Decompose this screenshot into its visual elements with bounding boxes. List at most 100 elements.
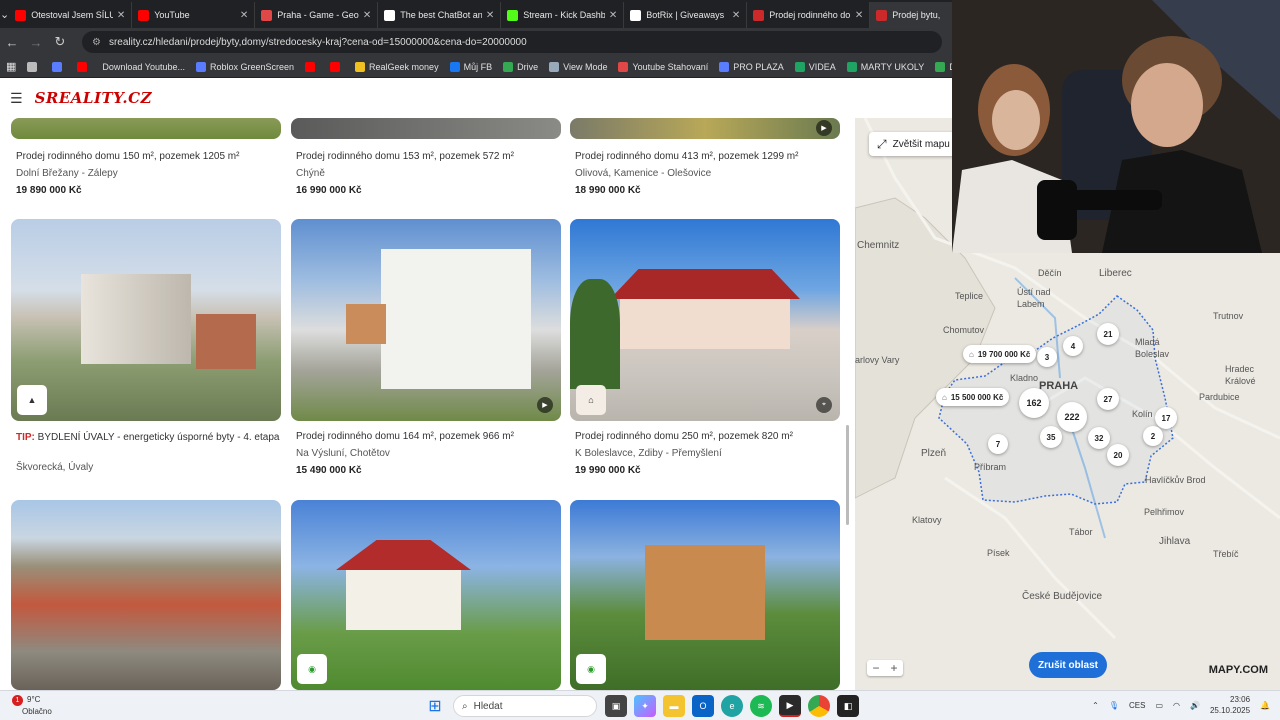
map-cluster[interactable]: 3 [1037, 347, 1057, 367]
map-cluster[interactable]: 21 [1097, 323, 1119, 345]
enlarge-map-button[interactable]: ⤢ Zvětšit mapu [869, 132, 958, 156]
terminal-icon[interactable]: ▶ [779, 695, 801, 717]
bookmark-item[interactable]: VIDEA [794, 61, 836, 72]
listing-card[interactable] [11, 500, 281, 690]
listing-photo[interactable] [11, 118, 281, 139]
tour-360-icon[interactable]: ⌖ [816, 397, 832, 413]
hamburger-menu-icon[interactable]: ☰ [10, 90, 23, 107]
zoom-in-icon[interactable]: + [885, 660, 903, 676]
edge-icon[interactable]: e [721, 695, 743, 717]
browser-tab[interactable]: Prodej rodinného do ✕ [747, 2, 871, 28]
bookmark-item[interactable]: Youtube Stahovaní [618, 61, 708, 72]
listing-title[interactable]: Prodej rodinného domu 164 m², pozemek 96… [296, 431, 561, 442]
bookmark-item[interactable]: MARTY UKOLY [846, 61, 924, 72]
wifi-icon[interactable]: ◠ [1173, 701, 1180, 710]
map-cluster[interactable]: 35 [1040, 426, 1062, 448]
url-field[interactable]: ⚙ sreality.cz/hledani/prodej/byty,domy/s… [82, 31, 942, 53]
listing-photo[interactable]: ▲ [11, 219, 281, 421]
map-cluster[interactable]: 2 [1143, 426, 1163, 446]
close-tab-icon[interactable]: ✕ [855, 10, 863, 21]
outlook-icon[interactable]: O [692, 695, 714, 717]
browser-tab[interactable]: YouTube ✕ [132, 2, 256, 28]
listing-title[interactable]: Prodej rodinného domu 150 m², pozemek 12… [16, 151, 281, 162]
epic-games-icon[interactable]: ◧ [837, 695, 859, 717]
map-cluster[interactable]: 162 [1019, 388, 1049, 418]
bookmark-item[interactable]: Roblox GreenScreen [195, 61, 294, 72]
file-explorer-icon[interactable]: ▬ [663, 695, 685, 717]
listing-card[interactable]: ▶ Prodej rodinného domu 413 m², pozemek … [570, 118, 840, 208]
listing-card[interactable]: ◉ [291, 500, 561, 690]
listing-photo[interactable]: ◉ [570, 500, 840, 690]
map-cluster[interactable]: 17 [1155, 407, 1177, 429]
listing-title[interactable]: Prodej rodinného domu 153 m², pozemek 57… [296, 151, 561, 162]
close-tab-icon[interactable]: ✕ [732, 10, 740, 21]
agency-logo[interactable]: ⌂ [576, 385, 606, 415]
browser-tab[interactable]: The best ChatBot and ✕ [378, 2, 502, 28]
close-tab-icon[interactable]: ✕ [486, 10, 494, 21]
bookmark-item[interactable] [330, 61, 344, 72]
browser-tab[interactable]: BotRix | Giveaways ✕ [624, 2, 748, 28]
listing-card[interactable]: Prodej rodinného domu 150 m², pozemek 12… [11, 118, 281, 208]
browser-tab[interactable]: Praha - Game - GeoG ✕ [255, 2, 379, 28]
agency-logo[interactable]: ◉ [297, 654, 327, 684]
listing-photo[interactable] [291, 118, 561, 139]
bookmark-item[interactable] [77, 61, 91, 72]
bookmark-item[interactable]: PRO PLAZA [719, 61, 784, 72]
cancel-area-button[interactable]: Zrušit oblast [1029, 652, 1107, 678]
language-indicator[interactable]: CES [1129, 701, 1145, 710]
bookmark-item[interactable]: View Mode [549, 61, 607, 72]
spotify-icon[interactable]: ≋ [750, 695, 772, 717]
site-info-icon[interactable]: ⚙ [92, 37, 101, 48]
map-cluster[interactable]: 222 [1057, 402, 1087, 432]
weather-widget[interactable]: 1 9°C Oblačno [12, 694, 52, 717]
microphone-icon[interactable]: 🎙 [1109, 701, 1119, 710]
taskbar-search[interactable]: ⌕ Hledat [453, 695, 597, 717]
bookmark-item[interactable]: Download Youtube... [102, 62, 185, 72]
map-price-tag[interactable]: ⌂ 19 700 000 Kč [963, 345, 1037, 363]
chevron-up-icon[interactable]: ⌃ [1092, 701, 1099, 710]
listing-card[interactable]: ▶ Prodej rodinného domu 164 m², pozemek … [291, 219, 561, 489]
clock[interactable]: 23:06 25.10.2025 [1210, 694, 1250, 716]
bookmark-item[interactable] [305, 61, 319, 72]
tab-search-icon[interactable]: ⌄ [0, 0, 9, 28]
map-cluster[interactable]: 4 [1063, 336, 1083, 356]
network-icon[interactable]: ▭ [1155, 701, 1163, 710]
back-icon[interactable]: ← [0, 35, 24, 50]
copilot-icon[interactable]: ✦ [634, 695, 656, 717]
close-tab-icon[interactable]: ✕ [117, 10, 125, 21]
map-cluster[interactable]: 32 [1088, 427, 1110, 449]
listing-photo[interactable] [11, 500, 281, 690]
listing-card[interactable]: ◉ [570, 500, 840, 690]
agency-logo[interactable]: ▲ [17, 385, 47, 415]
browser-tab[interactable]: Otestoval Jsem SÍLU ✕ [9, 2, 133, 28]
close-tab-icon[interactable]: ✕ [240, 10, 248, 21]
bookmark-item[interactable] [27, 61, 41, 72]
video-play-icon[interactable]: ▶ [816, 120, 832, 136]
sreality-logo[interactable]: SREALITY.CZ [35, 89, 152, 107]
bookmark-item[interactable]: Drive [503, 61, 538, 72]
listing-card[interactable]: ⌂ ⌖ Prodej rodinného domu 250 m², pozeme… [570, 219, 840, 489]
map-cluster[interactable]: 20 [1107, 444, 1129, 466]
zoom-out-icon[interactable]: − [867, 660, 885, 676]
listing-title[interactable]: TIP: BYDLENÍ ÚVALY - energeticky úsporné… [16, 431, 281, 444]
bookmark-item[interactable] [52, 61, 66, 72]
windows-start-icon[interactable]: ⊞ [424, 695, 446, 717]
reload-icon[interactable]: ↻ [48, 34, 72, 50]
browser-tab[interactable]: Stream - Kick Dashbo ✕ [501, 2, 625, 28]
listing-photo[interactable]: ◉ [291, 500, 561, 690]
listing-card[interactable]: ▲ TIP: BYDLENÍ ÚVALY - energeticky úspor… [11, 219, 281, 489]
close-tab-icon[interactable]: ✕ [609, 10, 617, 21]
listings-scrollbar[interactable] [846, 425, 849, 525]
apps-icon[interactable]: ▦ [6, 60, 16, 73]
forward-icon[interactable]: → [24, 35, 48, 50]
chrome-icon[interactable] [808, 695, 830, 717]
listing-title[interactable]: Prodej rodinného domu 413 m², pozemek 12… [575, 151, 840, 162]
map-cluster[interactable]: 27 [1097, 388, 1119, 410]
tip-title[interactable]: BYDLENÍ ÚVALY - energeticky úsporné byty… [38, 432, 280, 443]
agency-logo[interactable]: ◉ [576, 654, 606, 684]
listing-photo[interactable]: ▶ [291, 219, 561, 421]
bookmark-item[interactable]: Můj FB [449, 61, 492, 72]
listing-card[interactable]: Prodej rodinného domu 153 m², pozemek 57… [291, 118, 561, 208]
task-view-icon[interactable]: ▣ [605, 695, 627, 717]
listing-photo[interactable]: ▶ [570, 118, 840, 139]
